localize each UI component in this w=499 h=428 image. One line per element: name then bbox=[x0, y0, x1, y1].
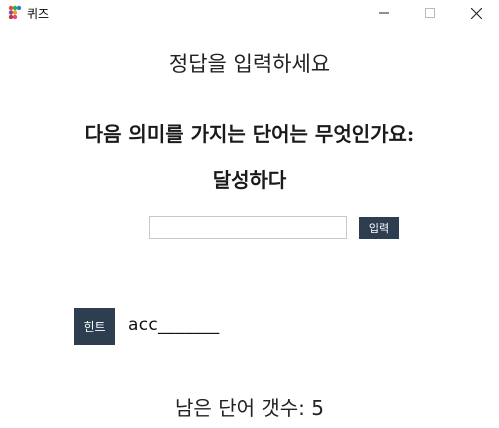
submit-button[interactable]: 입력 bbox=[359, 217, 399, 239]
hint-button[interactable]: 힌트 bbox=[74, 308, 115, 345]
maximize-icon bbox=[425, 8, 435, 18]
minimize-icon bbox=[379, 12, 389, 14]
answer-input[interactable] bbox=[149, 216, 347, 239]
hint-text: acc_______ bbox=[128, 315, 220, 335]
quiz-window: 퀴즈 정답을 입력하세요 다음 의미를 가지는 단어는 무엇인가요: 달성하다 … bbox=[0, 0, 499, 428]
question-text: 다음 의미를 가지는 단어는 무엇인가요: bbox=[84, 122, 415, 146]
window-title: 퀴즈 bbox=[27, 7, 50, 21]
remaining-words-count: 남은 단어 갯수: 5 bbox=[175, 396, 324, 420]
minimize-button[interactable] bbox=[361, 0, 407, 26]
title-bar[interactable]: 퀴즈 bbox=[0, 0, 499, 26]
meaning-text: 달성하다 bbox=[212, 168, 287, 192]
close-icon bbox=[470, 7, 482, 19]
quiz-app-icon bbox=[8, 5, 22, 19]
maximize-button[interactable] bbox=[407, 0, 453, 26]
prompt-heading: 정답을 입력하세요 bbox=[168, 52, 331, 76]
close-button[interactable] bbox=[453, 0, 499, 26]
